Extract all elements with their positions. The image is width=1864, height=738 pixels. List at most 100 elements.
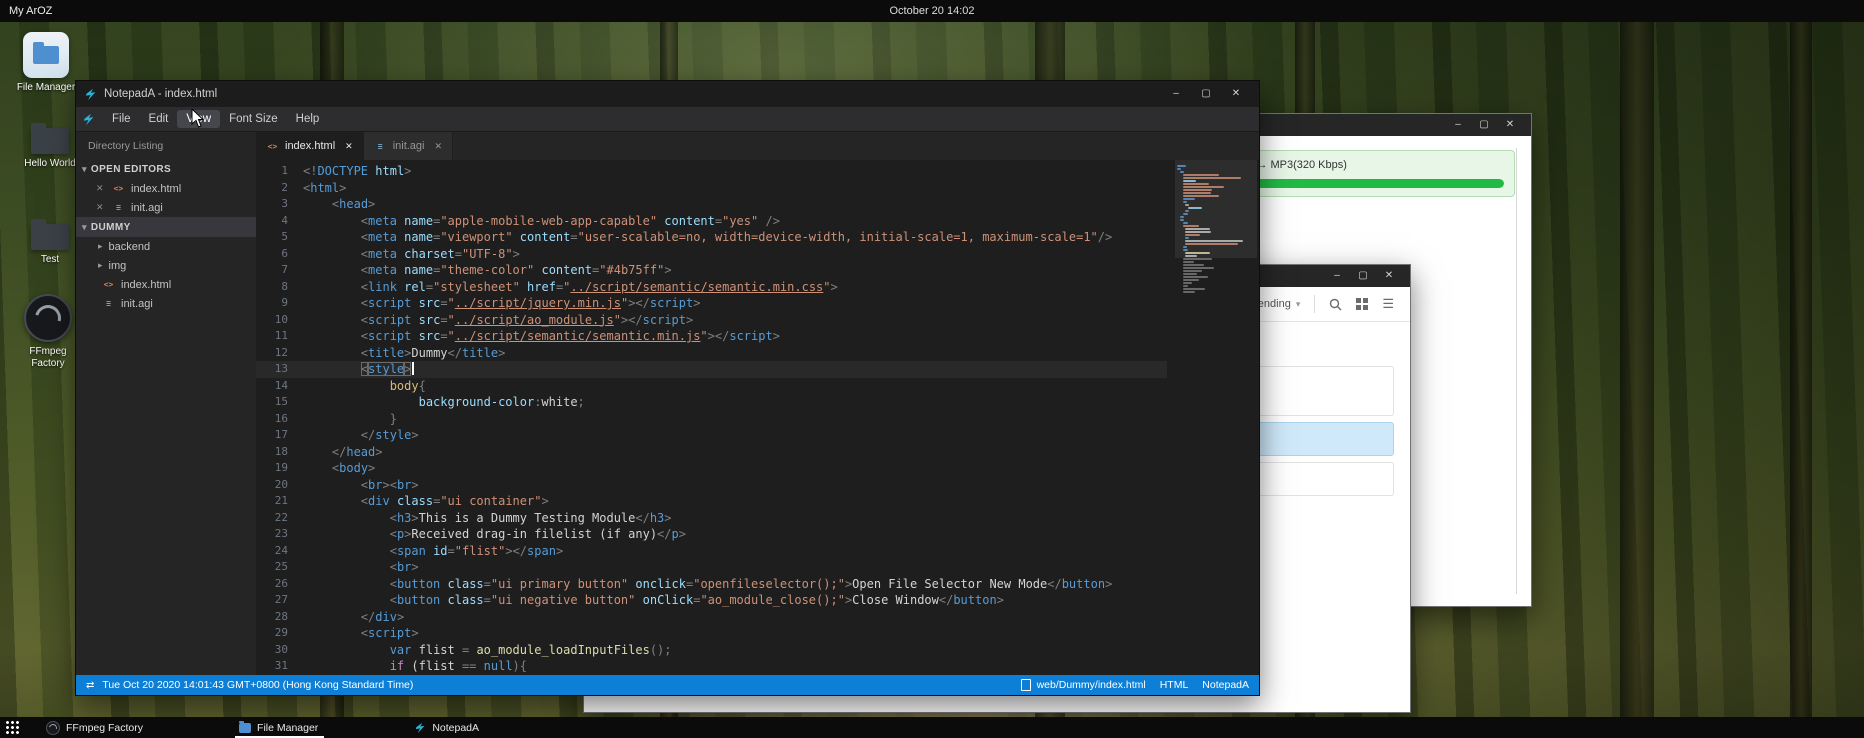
- code-line[interactable]: 15 background-color:white;: [256, 394, 1167, 411]
- app-launcher-icon[interactable]: [5, 720, 20, 735]
- code-line[interactable]: 5 <meta name="viewport" content="user-sc…: [256, 229, 1167, 246]
- code-line[interactable]: 14 body{: [256, 378, 1167, 395]
- minimize-button[interactable]: –: [1445, 114, 1471, 136]
- chevron-down-icon: ▾: [82, 164, 87, 175]
- search-icon[interactable]: [1329, 298, 1342, 311]
- maximize-button[interactable]: ▢: [1471, 114, 1497, 136]
- code-text: <meta name="viewport" content="user-scal…: [303, 229, 1112, 246]
- desktop-icon-label: Hello World: [24, 158, 76, 170]
- ffmpeg-app-icon: [46, 721, 60, 735]
- ffmpeg-app-icon: [24, 294, 72, 342]
- code-line[interactable]: 2<html>: [256, 180, 1167, 197]
- code-line[interactable]: 22 <h3>This is a Dummy Testing Module</h…: [256, 510, 1167, 527]
- notepada-window[interactable]: NotepadA - index.html – ▢ ✕ FileEditView…: [75, 80, 1260, 696]
- text-cursor: [412, 362, 414, 375]
- code-line[interactable]: 18 </head>: [256, 444, 1167, 461]
- code-text: <script src="../script/jquery.min.js"></…: [303, 295, 700, 312]
- statusbar-language[interactable]: HTML: [1160, 679, 1189, 691]
- notepada-logo-icon: [82, 113, 95, 126]
- scrollbar[interactable]: [1516, 148, 1517, 594]
- code-line[interactable]: 10 <script src="../script/ao_module.js">…: [256, 312, 1167, 329]
- sidebar-item-index-html[interactable]: <>index.html: [76, 275, 256, 294]
- code-line[interactable]: 20 <br><br>: [256, 477, 1167, 494]
- code-line[interactable]: 27 <button class="ui negative button" on…: [256, 592, 1167, 609]
- code-text: <meta name="apple-mobile-web-app-capable…: [303, 213, 780, 230]
- list-view-icon[interactable]: ☰: [1382, 296, 1394, 312]
- desktop-icon-file-manager[interactable]: File Manager: [8, 32, 84, 94]
- notepada-titlebar[interactable]: NotepadA - index.html – ▢ ✕: [76, 81, 1259, 107]
- code-editor[interactable]: 1<!DOCTYPE html>2<html>3 <head>4 <meta n…: [256, 160, 1259, 675]
- aroz-menu-button[interactable]: My ArOZ: [0, 5, 52, 17]
- code-line[interactable]: 24 <span id="flist"></span>: [256, 543, 1167, 560]
- line-number: 31: [256, 658, 303, 675]
- code-line[interactable]: 6 <meta charset="UTF-8">: [256, 246, 1167, 263]
- code-line[interactable]: 26 <button class="ui primary button" onc…: [256, 576, 1167, 593]
- file-icon: [1021, 679, 1031, 691]
- sidebar-item-init-agi[interactable]: ≡init.agi: [76, 294, 256, 313]
- desktop-icon-label: Test: [41, 254, 59, 266]
- close-icon[interactable]: ✕: [96, 183, 106, 194]
- code-line[interactable]: 23 <p>Received drag-in filelist (if any)…: [256, 526, 1167, 543]
- close-button[interactable]: ✕: [1221, 81, 1251, 107]
- grid-view-icon[interactable]: [1356, 298, 1368, 310]
- minimize-button[interactable]: –: [1161, 81, 1191, 107]
- code-line[interactable]: 31 if (flist == null){: [256, 658, 1167, 675]
- code-line[interactable]: 16 }: [256, 411, 1167, 428]
- line-number: 7: [256, 262, 303, 279]
- menu-help[interactable]: Help: [287, 110, 329, 128]
- code-line[interactable]: 13 <style>: [256, 361, 1167, 378]
- sidebar-item-backend[interactable]: ▸backend: [76, 237, 256, 256]
- tab-init-agi[interactable]: ≡init.agi✕: [364, 132, 453, 160]
- chevron-down-icon: ▾: [1296, 299, 1301, 310]
- maximize-button[interactable]: ▢: [1191, 81, 1221, 107]
- menu-file[interactable]: File: [103, 110, 140, 128]
- line-number: 16: [256, 411, 303, 428]
- code-line[interactable]: 9 <script src="../script/jquery.min.js">…: [256, 295, 1167, 312]
- minimize-button[interactable]: –: [1324, 265, 1350, 287]
- sidebar-section-open-editors[interactable]: ▾ OPEN EDITORS: [76, 159, 256, 179]
- code-line[interactable]: 7 <meta name="theme-color" content="#4b7…: [256, 262, 1167, 279]
- code-line[interactable]: 19 <body>: [256, 460, 1167, 477]
- close-icon[interactable]: ✕: [96, 202, 106, 213]
- menu-edit[interactable]: Edit: [140, 110, 178, 128]
- code-line[interactable]: 4 <meta name="apple-mobile-web-app-capab…: [256, 213, 1167, 230]
- sidebar-section-dummy[interactable]: ▾DUMMY: [76, 217, 256, 237]
- code-line[interactable]: 8 <link rel="stylesheet" href="../script…: [256, 279, 1167, 296]
- close-icon[interactable]: ✕: [345, 141, 353, 152]
- sidebar-item-index-html[interactable]: ✕<>index.html: [76, 179, 256, 198]
- close-icon[interactable]: ✕: [434, 141, 442, 152]
- close-button[interactable]: ✕: [1376, 265, 1402, 287]
- sync-icon[interactable]: ⇄: [86, 680, 94, 691]
- taskbar-item-notepada[interactable]: NotepadA: [414, 717, 479, 738]
- toolbar-divider: [1314, 295, 1315, 313]
- code-text: <button class="ui primary button" onclic…: [303, 576, 1112, 593]
- taskbar-item-file-manager[interactable]: File Manager: [239, 717, 318, 738]
- taskbar-item-ffmpeg-factory[interactable]: FFmpeg Factory: [46, 717, 143, 738]
- line-number: 19: [256, 460, 303, 477]
- code-line[interactable]: 21 <div class="ui container">: [256, 493, 1167, 510]
- code-line[interactable]: 30 var flist = ao_module_loadInputFiles(…: [256, 642, 1167, 659]
- maximize-button[interactable]: ▢: [1350, 265, 1376, 287]
- code-line[interactable]: 17 </style>: [256, 427, 1167, 444]
- line-number: 5: [256, 229, 303, 246]
- code-line[interactable]: 25 <br>: [256, 559, 1167, 576]
- code-line[interactable]: 29 <script>: [256, 625, 1167, 642]
- menu-font-size[interactable]: Font Size: [220, 110, 287, 128]
- system-topbar: My ArOZ October 20 14:02: [0, 0, 1864, 22]
- sidebar-item-img[interactable]: ▸img: [76, 256, 256, 275]
- wallpaper-tree: [1620, 22, 1654, 717]
- section-label: OPEN EDITORS: [91, 164, 171, 175]
- code-line[interactable]: 11 <script src="../script/semantic/seman…: [256, 328, 1167, 345]
- close-button[interactable]: ✕: [1497, 114, 1523, 136]
- statusbar-file[interactable]: web/Dummy/index.html: [1021, 679, 1146, 691]
- statusbar-datetime: Tue Oct 20 2020 14:01:43 GMT+0800 (Hong …: [102, 679, 413, 691]
- minimap[interactable]: [1175, 160, 1257, 675]
- code-line[interactable]: 12 <title>Dummy</title>: [256, 345, 1167, 362]
- code-text: <meta charset="UTF-8">: [303, 246, 520, 263]
- code-line[interactable]: 1<!DOCTYPE html>: [256, 163, 1167, 180]
- code-line[interactable]: 3 <head>: [256, 196, 1167, 213]
- sidebar-item-init-agi[interactable]: ✕≡init.agi: [76, 198, 256, 217]
- code-line[interactable]: 28 </div>: [256, 609, 1167, 626]
- wallpaper-tree: [1790, 22, 1812, 717]
- tab-index-html[interactable]: <>index.html✕: [256, 132, 364, 160]
